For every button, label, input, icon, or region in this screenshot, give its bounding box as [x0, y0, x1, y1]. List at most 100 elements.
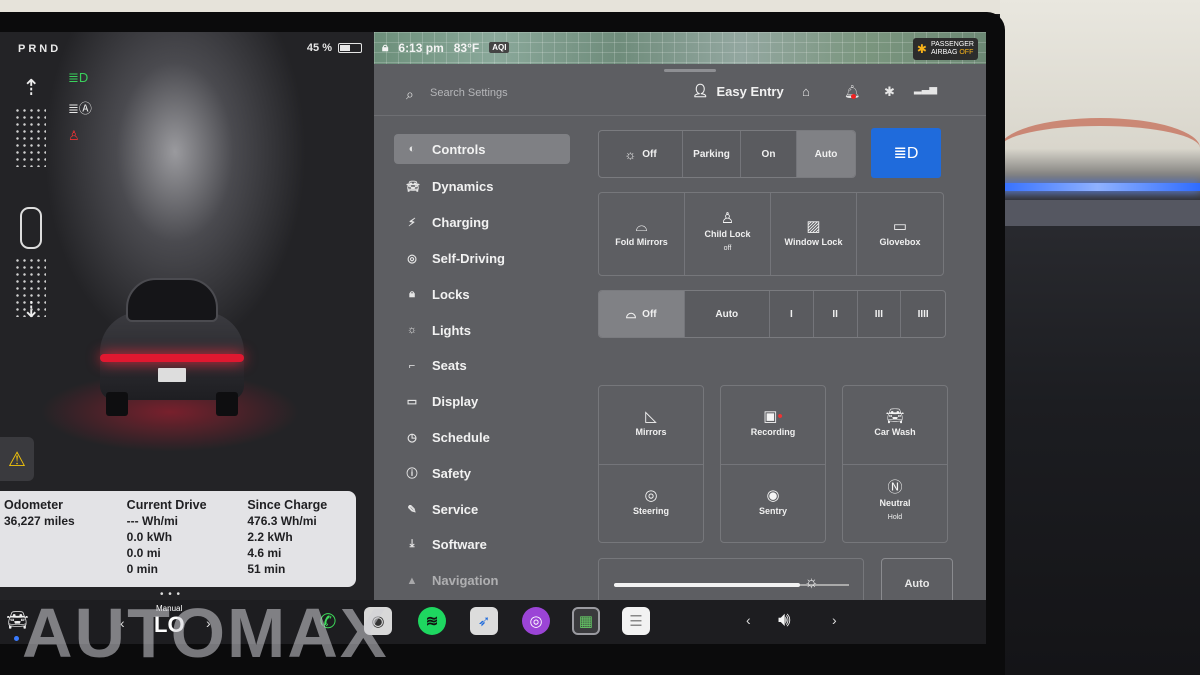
nav-item-label: Seats — [432, 358, 467, 374]
adjust-group-c: 🚘︎ Car Wash Ⓝ Neutral Hold — [842, 385, 948, 543]
mirrors-button[interactable]: ◺ Mirrors — [599, 386, 703, 465]
card-page-dots[interactable]: • • • — [160, 589, 181, 600]
notification-bell-icon[interactable]: 🔔︎ — [844, 84, 861, 100]
camera-icon[interactable]: ◉ — [364, 607, 392, 635]
notes-icon[interactable]: ☰ — [622, 607, 650, 635]
warning-icon[interactable]: ⚠ — [0, 437, 34, 481]
spotify-icon[interactable]: ≋ — [418, 607, 446, 635]
wipers-option-ii[interactable]: II — [814, 291, 858, 337]
bottom-dock: 🚘︎ Manual ‹ LO › ✆ ◉ ≋ ➶ ◎ ▦ ☰ ‹ 🔊︎ › — [0, 600, 986, 644]
nav-item-locks[interactable]: 🔒︎ Locks — [394, 276, 570, 312]
touchscreen: PRND 45 % ⇡ ⇣ ≣D ≣Ⓐ ♙ ⚠ Odometer 36,227 … — [0, 32, 986, 644]
wipers-option-off[interactable]: ⌓ Off — [599, 291, 685, 337]
nav-item-label: Safety — [432, 465, 472, 481]
nav-item-safety[interactable]: ⓘ Safety — [394, 455, 570, 491]
speaker-icon[interactable]: 🔊︎ — [778, 609, 791, 632]
stat-value: 2.2 kWh — [247, 530, 293, 544]
option-label: III — [874, 308, 884, 320]
passenger-airbag-status: ✱ PASSENGER AIRBAG OFF — [912, 38, 978, 60]
tile-label: Recording — [750, 427, 796, 438]
glovebox-button[interactable]: ▭ Glovebox — [857, 193, 943, 275]
neutral-button[interactable]: Ⓝ Neutral Hold — [843, 465, 947, 543]
drag-handle[interactable] — [664, 69, 716, 72]
climate-temperature[interactable]: LO — [154, 612, 185, 638]
option-label: IIII — [917, 308, 929, 320]
search-icon[interactable]: ⌕ — [406, 86, 414, 103]
podcast-icon[interactable]: ◎ — [522, 607, 550, 635]
nav-item-lights[interactable]: ☼ Lights — [394, 312, 570, 348]
lock-status-icon: 🔒︎ — [382, 40, 389, 54]
auto-highbeam-icon: ≣Ⓐ — [68, 101, 92, 116]
nav-item-schedule[interactable]: ◷ Schedule — [394, 420, 570, 456]
nav-item-seats[interactable]: ⌐ Seats — [394, 348, 570, 384]
car-icon[interactable]: 🚘︎ — [6, 610, 29, 631]
arrow-down-icon[interactable]: ⇣ — [22, 299, 40, 321]
option-label: Off — [642, 148, 657, 160]
temp-up-icon[interactable]: › — [206, 615, 211, 631]
car-top-view-icon[interactable] — [20, 207, 42, 249]
option-label: On — [761, 148, 776, 160]
nav-item-dynamics[interactable]: 🚘︎ Dynamics — [394, 169, 570, 205]
child-lock-icon: ♙ — [720, 210, 735, 227]
user-icon: 👤︎ — [692, 83, 709, 98]
steering-button[interactable]: ◎ Steering — [599, 465, 703, 543]
nav-item-label: Dynamics — [432, 179, 494, 195]
trip-stats-card[interactable]: Odometer 36,227 miles Current Drive --- … — [0, 491, 356, 587]
app-launcher-icon[interactable]: ▦ — [572, 607, 600, 635]
nav-item-charging[interactable]: ⚡︎ Charging — [394, 205, 570, 241]
brightness-icon: ☼ — [804, 574, 819, 591]
light-icon: ☼ — [406, 324, 418, 337]
airbag-label: AIRBAG — [930, 49, 958, 56]
signal-icon[interactable]: ▂▃▅ — [914, 84, 937, 95]
nav-item-software[interactable]: ⤓ Software — [394, 527, 570, 563]
phone-icon[interactable]: ✆ — [314, 607, 342, 635]
adjust-group-a: ◺ Mirrors ◎ Steering — [598, 385, 704, 543]
car-tail-light — [100, 354, 244, 362]
auto-highbeam-button[interactable]: ≣D — [871, 128, 941, 178]
stat-value: --- Wh/mi — [126, 514, 178, 528]
bluetooth-icon[interactable]: ✱ — [884, 84, 895, 100]
fold-mirrors-button[interactable]: ⌓ Fold Mirrors — [599, 193, 685, 275]
navigation-app-icon[interactable]: ➶ — [470, 607, 498, 635]
neutral-hold-icon: Ⓝ — [887, 479, 903, 497]
tile-label: Steering — [632, 505, 669, 516]
lights-option-off[interactable]: ☼ Off — [599, 131, 683, 177]
seatbelt-warning-icon: ♙ — [68, 128, 80, 143]
wipers-option-i[interactable]: I — [770, 291, 814, 337]
nav-item-display[interactable]: ▭ Display — [394, 384, 570, 420]
lights-option-auto[interactable]: Auto — [797, 131, 855, 177]
arrow-up-icon[interactable]: ⇡ — [22, 77, 40, 99]
child-lock-button[interactable]: ♙ Child Lock off — [685, 193, 771, 275]
odometer-stat: Odometer 36,227 miles — [2, 497, 113, 587]
lights-option-on[interactable]: On — [741, 131, 797, 177]
nav-item-self-driving[interactable]: ◎ Self-Driving — [394, 241, 570, 277]
search-input[interactable] — [430, 83, 630, 103]
wipers-option-iii[interactable]: III — [858, 291, 902, 337]
window-lock-icon: ▨ — [806, 217, 821, 235]
lights-option-parking[interactable]: Parking — [683, 131, 741, 177]
nav-item-navigation[interactable]: ▲ Navigation — [394, 563, 570, 599]
volume-up-icon[interactable]: › — [832, 612, 837, 628]
nav-item-label: Schedule — [432, 429, 490, 445]
nav-item-controls[interactable]: ◐ Controls — [394, 134, 570, 164]
car-3d-model[interactable] — [92, 272, 252, 422]
tile-label: Car Wash — [874, 427, 916, 438]
sentry-button[interactable]: ◉ Sentry — [721, 465, 825, 543]
car-wash-button[interactable]: 🚘︎ Car Wash — [843, 386, 947, 465]
wipers-option-iiii[interactable]: IIII — [901, 291, 945, 337]
nav-item-label: Service — [432, 501, 479, 517]
volume-down-icon[interactable]: ‹ — [746, 612, 751, 628]
stat-header: Current Drive — [126, 498, 207, 512]
driver-profile[interactable]: 👤︎ Easy Entry — [692, 83, 784, 99]
nav-item-service[interactable]: ✎ Service — [394, 491, 570, 527]
wipers-option-auto[interactable]: Auto — [685, 291, 770, 337]
since-charge-stat: Since Charge 476.3 Wh/mi 2.2 kWh 4.6 mi … — [235, 497, 356, 587]
ambient-light-strip — [995, 183, 1200, 191]
window-lock-button[interactable]: ▨ Window Lock — [771, 193, 857, 275]
garage-icon[interactable]: ⌂ — [802, 84, 810, 99]
wrench-icon: ✎ — [407, 503, 417, 516]
temp-down-icon[interactable]: ‹ — [120, 615, 125, 631]
recording-button[interactable]: ▣• Recording — [721, 386, 825, 465]
temperature: 83°F — [453, 40, 480, 55]
tile-label: Neutral — [879, 498, 911, 509]
